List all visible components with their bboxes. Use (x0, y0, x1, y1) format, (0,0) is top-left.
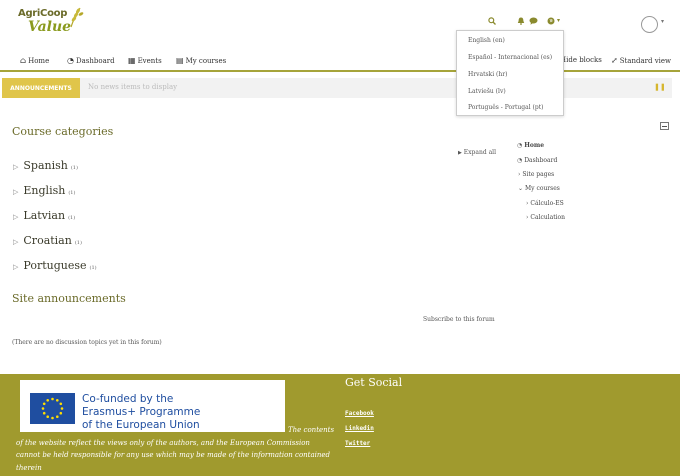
nav-home[interactable]: ⌂ Home (20, 56, 49, 65)
site-footer: Co-funded by the Erasmus+ Programme of t… (0, 374, 680, 476)
block-nav-my-courses-label: My courses (525, 185, 560, 192)
pause-icon[interactable]: ❚❚ (654, 83, 666, 91)
logo-text-line2: Value (28, 19, 72, 35)
category-count: (1) (89, 265, 97, 271)
category-name: Spanish (23, 159, 68, 172)
calendar-icon: ▦ (128, 56, 136, 65)
user-avatar[interactable] (641, 16, 658, 33)
chevron-right-icon: › (526, 214, 529, 221)
hide-blocks-button[interactable]: Hide blocks (560, 56, 602, 64)
block-nav-home[interactable]: ◔ Home (517, 142, 544, 149)
chevron-down-icon[interactable]: ▾ (557, 17, 560, 24)
category-count: (1) (68, 215, 76, 221)
category-portuguese[interactable]: ▷ Portuguese (1) (13, 259, 97, 272)
logo-text-line1: AgriCoop (18, 8, 68, 19)
chevron-right-icon: › (518, 171, 521, 178)
chat-icon[interactable] (529, 17, 538, 25)
nav-events[interactable]: ▦ Events (128, 56, 162, 65)
chevron-down-icon: ⌄ (518, 185, 524, 192)
nav-events-label: Events (137, 56, 162, 65)
block-nav-my-courses[interactable]: ⌄ My courses (518, 185, 560, 192)
language-option[interactable]: Hrvatski (hr) (468, 71, 507, 78)
nav-my-courses-label: My courses (185, 56, 227, 65)
block-nav-course-calculation[interactable]: › Calculation (526, 214, 565, 221)
twitter-link[interactable]: Twitter (345, 440, 370, 447)
briefcase-icon: ▤ (176, 56, 184, 65)
category-croatian[interactable]: ▷ Croatian (1) (13, 234, 82, 247)
block-nav-dashboard[interactable]: ◔ Dashboard (517, 157, 557, 164)
nav-home-label: Home (28, 56, 50, 65)
top-bar: AgriCoop Value ▾ ▾ (0, 0, 680, 46)
category-name: English (23, 184, 66, 197)
expand-all-label: Expand all (463, 149, 496, 156)
nav-dashboard[interactable]: ◔ Dashboard (67, 56, 115, 65)
no-discussions-text: (There are no discussion topics yet in t… (12, 339, 162, 346)
category-english[interactable]: ▷ English (1) (13, 184, 75, 197)
course-categories-heading: Course categories (12, 125, 114, 138)
block-nav-dashboard-label: Dashboard (524, 157, 558, 164)
category-name: Croatian (23, 234, 72, 247)
block-nav-home-label: Home (524, 142, 545, 149)
category-name: Portuguese (23, 259, 87, 272)
standard-view-button[interactable]: ⤢ Standard view (611, 56, 671, 65)
nav-my-courses[interactable]: ▤ My courses (176, 56, 226, 65)
hide-blocks-label: Hide blocks (560, 56, 602, 64)
announcements-text: No news items to display (88, 83, 178, 91)
chevron-right-icon: ▷ (13, 238, 19, 246)
category-count: (1) (68, 190, 76, 196)
linkedin-link[interactable]: Linkedin (345, 425, 374, 432)
chevron-right-icon: ▷ (13, 213, 19, 221)
chevron-right-icon: ▷ (13, 163, 19, 171)
language-menu: English (en) Español - Internacional (es… (456, 30, 564, 116)
category-count: (1) (70, 165, 78, 171)
category-count: (1) (74, 240, 82, 246)
facebook-link[interactable]: Facebook (345, 410, 374, 417)
category-spanish[interactable]: ▷ Spanish (1) (13, 159, 78, 172)
subscribe-forum-link[interactable]: Subscribe to this forum (423, 316, 495, 323)
bell-icon[interactable] (517, 17, 525, 25)
search-icon[interactable] (488, 17, 496, 25)
language-option[interactable]: Español - Internacional (es) (468, 54, 552, 61)
chevron-right-icon: ▷ (13, 188, 19, 196)
site-logo[interactable]: AgriCoop Value (16, 6, 86, 36)
block-nav-site-pages-label: Site pages (522, 171, 555, 178)
nav-dashboard-label: Dashboard (75, 56, 115, 65)
block-nav-course-label: Cálculo-ES (530, 200, 564, 207)
dashboard-icon: ◔ (67, 56, 74, 65)
chevron-right-icon: ▶ (458, 150, 462, 156)
collapse-block-button[interactable] (660, 122, 669, 130)
block-nav-course-calculo[interactable]: › Cálculo-ES (526, 200, 564, 207)
globe-icon[interactable] (547, 17, 555, 25)
eu-flag-icon (30, 393, 75, 424)
wheat-icon (70, 7, 84, 28)
category-name: Latvian (23, 209, 66, 222)
chevron-right-icon: ▷ (13, 263, 19, 271)
dashboard-icon: ◔ (517, 142, 523, 149)
chevron-right-icon: › (526, 200, 529, 207)
footer-disclaimer: The contents of the website reflect the … (16, 426, 335, 472)
announcements-label: ANNOUNCEMENTS (2, 78, 80, 98)
block-nav-course-label: Calculation (530, 214, 566, 221)
get-social-heading: Get Social (345, 376, 403, 389)
language-option[interactable]: English (en) (468, 37, 505, 44)
language-option[interactable]: Latviešu (lv) (468, 88, 506, 95)
site-announcements-heading: Site announcements (12, 292, 126, 305)
home-icon: ⌂ (20, 56, 27, 65)
block-nav-site-pages[interactable]: › Site pages (518, 171, 554, 178)
expand-all-link[interactable]: ▶ Expand all (458, 149, 496, 156)
standard-view-label: Standard view (619, 56, 672, 65)
category-latvian[interactable]: ▷ Latvian (1) (13, 209, 75, 222)
dashboard-icon: ◔ (517, 157, 523, 164)
avatar-chevron-down-icon[interactable]: ▾ (661, 18, 664, 25)
announcements-ticker: ANNOUNCEMENTS No news items to display ❚… (2, 78, 672, 98)
expand-arrows-icon: ⤢ (611, 56, 618, 65)
language-option[interactable]: Português - Portugal (pt) (468, 104, 543, 111)
primary-navigation: ⌂ Home ◔ Dashboard ▦ Events ▤ My courses… (0, 52, 680, 72)
